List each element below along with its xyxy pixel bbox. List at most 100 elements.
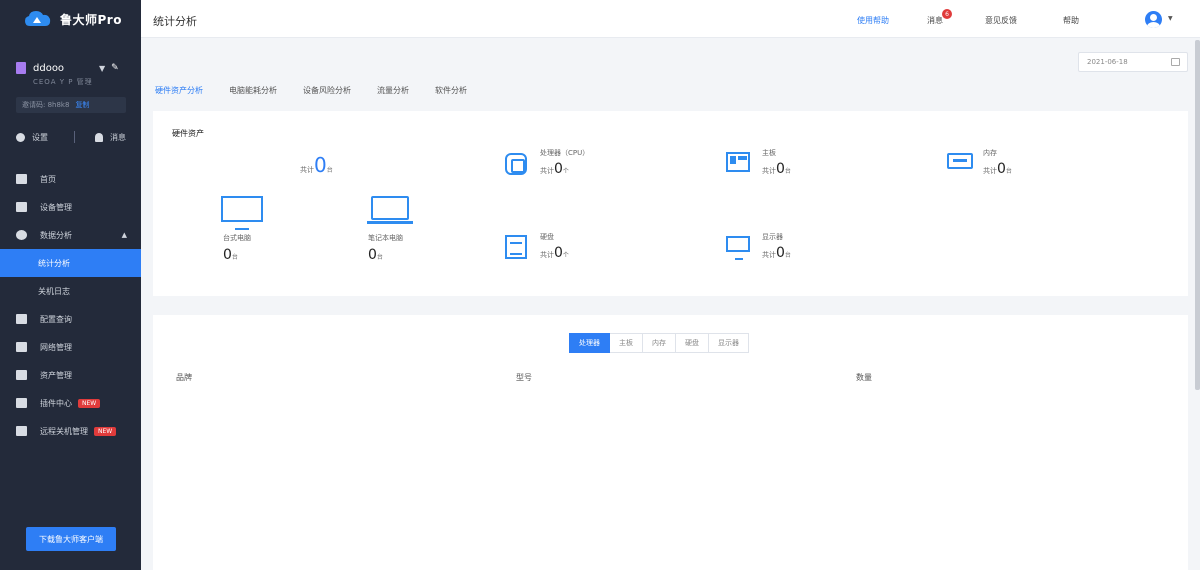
- pencil-icon[interactable]: ✎: [111, 63, 119, 73]
- laptop-stat: 笔记本电脑 0台: [368, 233, 403, 263]
- stat-label: 台式电脑: [223, 234, 251, 242]
- column-count[interactable]: 数量: [856, 372, 872, 383]
- segment-monitor[interactable]: 显示器: [709, 333, 749, 353]
- sidebar-item-assets[interactable]: 资产管理: [0, 361, 141, 389]
- account-avatar: [16, 62, 26, 74]
- sidebar-item-statistics[interactable]: 统计分析: [0, 249, 141, 277]
- column-brand[interactable]: 品牌: [176, 372, 192, 383]
- caret-down-icon[interactable]: ▼: [1168, 15, 1173, 22]
- chevron-up-icon: ▲: [121, 231, 127, 239]
- sidebar-item-plugins[interactable]: 插件中心 NEW: [0, 389, 141, 417]
- hard-disk-icon: [505, 235, 527, 259]
- settings-button[interactable]: 设置: [16, 132, 48, 143]
- cpu-icon: [505, 153, 527, 175]
- assets-icon: [16, 370, 27, 380]
- stat-prefix: 共计: [762, 167, 776, 175]
- message-count-badge: 6: [942, 9, 952, 19]
- new-badge: NEW: [94, 426, 117, 436]
- stat-value: 0: [368, 247, 377, 263]
- cloud-logo-icon: [24, 9, 52, 29]
- stat-unit: 台: [1005, 168, 1012, 175]
- desktop-icon: [221, 196, 263, 230]
- motherboard-icon: [726, 152, 750, 172]
- analysis-tabs: 硬件资产分析 电脑能耗分析 设备风险分析 流量分析 软件分析: [155, 85, 493, 96]
- help-center-link[interactable]: 帮助: [1063, 15, 1079, 26]
- stat-unit: 台: [326, 167, 333, 174]
- sidebar-item-analytics[interactable]: 数据分析 ▲: [0, 221, 141, 249]
- download-client-button[interactable]: 下载鲁大师客户端: [26, 527, 116, 551]
- segment-memory[interactable]: 内存: [643, 333, 676, 353]
- sidebar: 鲁大师Pro ddooo ▼ ✎ CEOA Y P 管理 邀请码: 8h8k8 …: [0, 0, 141, 570]
- tab-traffic[interactable]: 流量分析: [377, 85, 409, 96]
- tab-risk[interactable]: 设备风险分析: [303, 85, 351, 96]
- stat-value: 0: [554, 161, 563, 177]
- home-icon: [16, 174, 27, 184]
- hardware-detail-panel: 处理器 主板 内存 硬盘 显示器 品牌 型号 数量: [153, 315, 1188, 570]
- feedback-link[interactable]: 意见反馈: [985, 15, 1017, 26]
- plugin-icon: [16, 398, 27, 408]
- account-panel: ddooo ▼ ✎ CEOA Y P 管理 邀请码: 8h8k8 复制: [0, 38, 141, 113]
- laptop-icon: [367, 196, 413, 224]
- sidebar-item-home[interactable]: 首页: [0, 165, 141, 193]
- help-link[interactable]: 使用帮助: [857, 15, 889, 26]
- sidebar-item-config[interactable]: 配置查询: [0, 305, 141, 333]
- date-picker[interactable]: 2021-06-18: [1078, 52, 1188, 72]
- tab-hardware[interactable]: 硬件资产分析: [155, 85, 203, 96]
- copy-link[interactable]: 复制: [75, 100, 89, 110]
- messages-button[interactable]: 消息: [95, 132, 126, 143]
- devices-icon: [16, 202, 27, 212]
- invite-code-box: 邀请码: 8h8k8 复制: [16, 97, 126, 113]
- stat-label: 共计: [300, 166, 314, 174]
- sidebar-item-label: 远程关机管理: [40, 426, 88, 436]
- settings-icon: [16, 132, 25, 142]
- sidebar-item-label: 数据分析: [40, 230, 72, 240]
- stat-label: 主板: [762, 149, 776, 157]
- tab-software[interactable]: 软件分析: [435, 85, 467, 96]
- remote-shutdown-icon: [16, 426, 27, 436]
- top-header: 统计分析 使用帮助 消息 6 意见反馈 帮助 ▼: [141, 0, 1200, 38]
- stat-value: 0: [554, 245, 563, 261]
- account-subtitle: CEOA Y P 管理: [33, 78, 93, 86]
- calendar-icon: [1171, 58, 1180, 66]
- hardware-type-segmented: 处理器 主板 内存 硬盘 显示器: [569, 333, 749, 353]
- user-icon: [1150, 14, 1157, 21]
- sidebar-item-label: 网络管理: [40, 342, 72, 352]
- sidebar-item-label: 首页: [40, 174, 56, 184]
- caret-down-icon[interactable]: ▼: [99, 64, 105, 73]
- stat-unit: 台: [784, 168, 791, 175]
- memory-stat: 内存 共计0台: [983, 148, 1012, 177]
- segment-cpu[interactable]: 处理器: [569, 333, 610, 353]
- sidebar-item-shutdown-log[interactable]: 关机日志: [0, 277, 141, 305]
- segment-board[interactable]: 主板: [610, 333, 643, 353]
- settings-label: 设置: [32, 132, 48, 142]
- stat-unit: 台: [376, 254, 383, 261]
- stat-label: 笔记本电脑: [368, 234, 403, 242]
- stat-unit: 个: [562, 168, 569, 175]
- sidebar-item-label: 统计分析: [38, 258, 70, 268]
- messages-label: 消息: [110, 132, 126, 142]
- column-model[interactable]: 型号: [516, 372, 532, 383]
- stat-value: 0: [997, 161, 1006, 177]
- logo[interactable]: 鲁大师Pro: [0, 0, 141, 38]
- divider: [74, 131, 75, 143]
- scrollbar[interactable]: [1195, 40, 1200, 390]
- sidebar-item-label: 资产管理: [40, 370, 72, 380]
- date-value: 2021-06-18: [1087, 58, 1128, 66]
- sidebar-item-network[interactable]: 网络管理: [0, 333, 141, 361]
- sidebar-item-devices[interactable]: 设备管理: [0, 193, 141, 221]
- stat-value: 0: [314, 153, 327, 177]
- stat-label: 处理器（CPU）: [540, 149, 590, 157]
- messages-link[interactable]: 消息: [927, 15, 943, 26]
- user-avatar[interactable]: [1145, 11, 1162, 28]
- desktop-stat: 台式电脑 0台: [223, 233, 251, 263]
- sidebar-item-remote-shutdown[interactable]: 远程关机管理 NEW: [0, 417, 141, 445]
- bell-icon: [95, 132, 103, 142]
- app-name: 鲁大师Pro: [60, 12, 122, 27]
- sidebar-menu: 首页 设备管理 数据分析 ▲ 统计分析 关机日志 配置查询 网络管理 资产管理: [0, 165, 141, 445]
- monitor-stat: 显示器 共计0台: [762, 232, 791, 261]
- board-stat: 主板 共计0台: [762, 148, 791, 177]
- tab-energy[interactable]: 电脑能耗分析: [229, 85, 277, 96]
- segment-disk[interactable]: 硬盘: [676, 333, 709, 353]
- stat-label: 显示器: [762, 233, 783, 241]
- stat-prefix: 共计: [540, 167, 554, 175]
